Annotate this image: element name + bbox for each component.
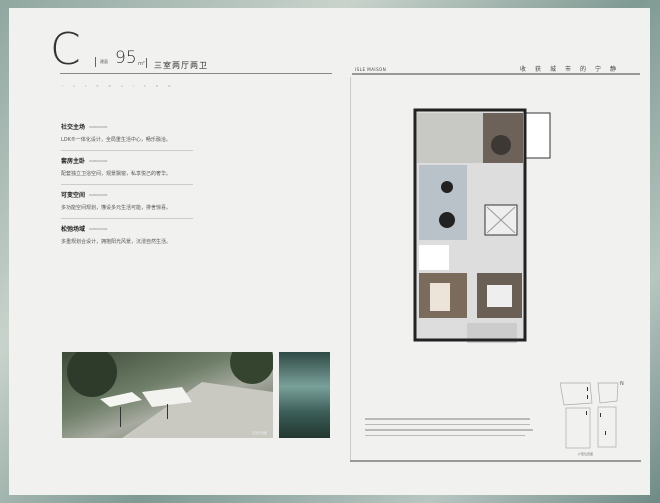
- feature-desc: 多功能空间规划，懂设多元生活可能，排舍惊喜。: [61, 205, 172, 211]
- feature-desc: 多重规划合设计，拥抱阳光风景，沉浸自然生活。: [61, 239, 172, 245]
- feature-title: 套房主卧: [61, 158, 86, 165]
- key-plan: [560, 382, 619, 449]
- divider: [146, 58, 147, 68]
- feature-tag: ISLEMAISON: [89, 192, 108, 197]
- feature-tag: ISLEMAISON: [89, 124, 108, 129]
- unit-letter: C: [50, 24, 81, 75]
- area-label: 建面: [100, 59, 108, 64]
- garden-illustration: [67, 352, 273, 438]
- feature-item: 套房主卧 ISLEMAISON 配套独立卫浴空间，观景飘窗，私享悦己的奢华。: [61, 156, 196, 185]
- feature-title: 松弛场域: [61, 226, 86, 233]
- water-photo: [279, 352, 330, 438]
- feature-title: 社交主场: [61, 124, 86, 131]
- feature-tag: ISLEMAISON: [89, 226, 108, 231]
- feature-tag: ISLEMAISON: [89, 158, 108, 163]
- keyplan-caption: 户型位置图: [578, 452, 594, 456]
- panel-bottom-rule: [350, 460, 641, 462]
- feature-title: 可变空间: [61, 192, 86, 199]
- layout-type: 三室两厅两卫: [154, 61, 208, 70]
- feature-item: 松弛场域 ISLEMAISON 多重规划合设计，拥抱阳光风景，沉浸自然生活。: [61, 224, 196, 245]
- area-unit: m²: [138, 61, 145, 67]
- feature-desc: 配套独立卫浴空间，观景飘窗，私享悦己的奢华。: [61, 171, 172, 177]
- area-value: 95: [115, 48, 137, 68]
- panel-left-rule: [350, 77, 351, 461]
- brand-name: ISLE MAISON: [355, 67, 387, 72]
- feature-item: 社交主场 ISLEMAISON LDK®一体化设计，全局重生活中心，畅乐融洽。: [61, 122, 196, 151]
- spaced-brand: ISLEMAISON: [62, 84, 181, 88]
- description-text: [365, 418, 535, 436]
- photo-caption: 实景示意图: [251, 431, 267, 435]
- compass-icon: N: [620, 381, 624, 387]
- floor-plan: [413, 108, 551, 343]
- divider: [95, 57, 96, 67]
- panel-top-rule: [352, 73, 640, 75]
- header-rule: [60, 73, 332, 74]
- feature-item: 可变空间 ISLEMAISON 多功能空间规划，懂设多元生活可能，排舍惊喜。: [61, 190, 196, 219]
- landscape-photo: 实景示意图: [62, 352, 273, 438]
- slogan: 收获城市的宁静: [520, 66, 626, 73]
- feature-desc: LDK®一体化设计，全局重生活中心，畅乐融洽。: [61, 137, 171, 143]
